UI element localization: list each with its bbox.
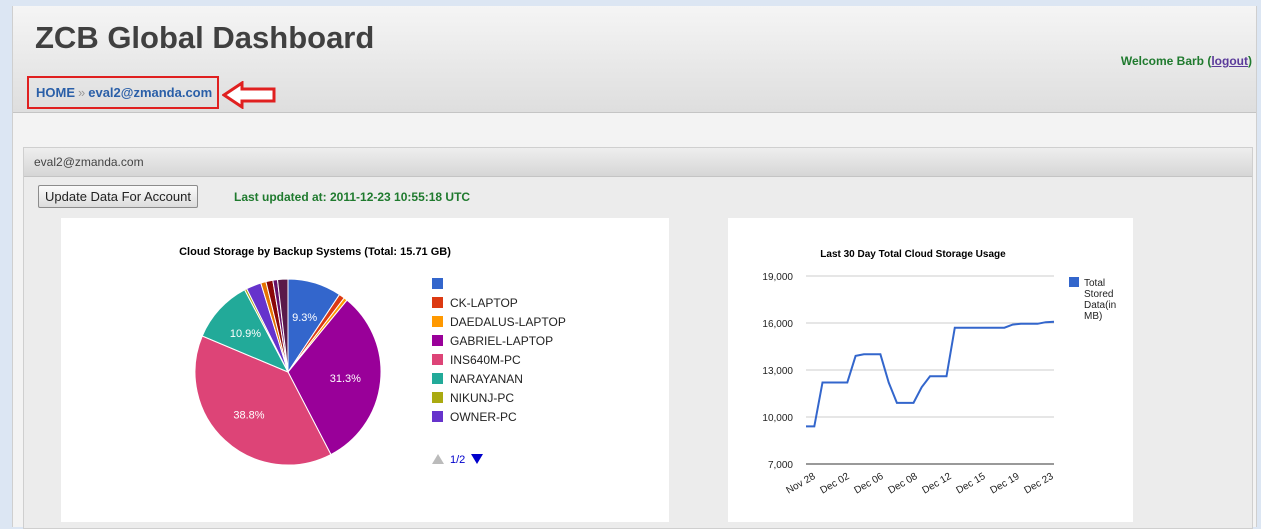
x-tick-label: Nov 28 [785,471,818,497]
y-tick-label: 16,000 [762,319,793,330]
legend-label: DAEDALUS-LAPTOP [450,315,566,329]
x-tick-label: Dec 02 [819,471,852,497]
app-title: ZCB Global Dashboard [35,20,375,55]
x-tick-label: Dec 06 [853,471,886,497]
y-tick-label: 10,000 [762,413,793,424]
header: ZCB Global Dashboard Welcome Barb (logou… [13,6,1256,113]
breadcrumb-separator: » [78,85,86,100]
pie-chart-box: Cloud Storage by Backup Systems (Total: … [61,218,669,522]
left-arrow-icon [222,81,276,109]
y-tick-label: 19,000 [762,272,793,283]
welcome-close: ) [1248,54,1252,68]
legend-swatch [432,297,443,308]
update-data-button[interactable]: Update Data For Account [38,185,198,208]
pie-data-label: 38.8% [233,409,264,421]
y-tick-label: 7,000 [768,460,793,471]
pie-data-label: 9.3% [292,312,317,324]
legend-label: INS640M-PC [450,353,521,367]
account-panel: eval2@zmanda.com Update Data For Account… [23,147,1253,529]
legend-label: GABRIEL-LAPTOP [450,334,553,348]
legend-label: OWNER-PC [450,410,517,424]
last-updated-status: Last updated at: 2011-12-23 10:55:18 UTC [234,190,471,204]
pie-data-label: 31.3% [330,373,361,385]
panel-title: eval2@zmanda.com [24,148,1252,177]
legend-swatch [1069,277,1079,287]
welcome-text: Welcome Barb ( [1120,54,1212,68]
x-tick-label: Dec 08 [887,471,920,497]
pager-down-arrow-icon[interactable] [471,454,483,464]
legend-pager-label: 1/2 [450,454,465,466]
page: ZCB Global Dashboard Welcome Barb (logou… [12,6,1257,529]
legend-label: CK-LAPTOP [450,296,518,310]
breadcrumb-home-link[interactable]: HOME [36,85,75,100]
line-chart: Last 30 Day Total Cloud Storage Usage 19… [762,249,1116,497]
breadcrumb-current-link[interactable]: eval2@zmanda.com [88,85,212,100]
pager-up-arrow-icon[interactable] [432,454,444,464]
x-tick-label: Dec 19 [989,471,1022,497]
line-chart-title: Last 30 Day Total Cloud Storage Usage [820,249,1006,260]
legend-swatch [432,335,443,346]
x-tick-label: Dec 12 [921,471,954,497]
legend-label: NIKUNJ-PC [450,391,514,405]
y-tick-label: 13,000 [762,366,793,377]
legend-label: NARAYANAN [450,372,523,386]
welcome-message: Welcome Barb (logout) [1121,54,1252,68]
legend-label: MB) [1084,311,1102,322]
pie-chart-title: Cloud Storage by Backup Systems (Total: … [179,246,451,258]
legend-swatch [432,392,443,403]
legend-label: Data(in [1084,300,1116,311]
legend-swatch [432,373,443,384]
legend-label: Stored [1084,289,1113,300]
legend-swatch [432,354,443,365]
legend-swatch [432,411,443,422]
legend-label: Total [1084,278,1105,289]
legend-swatch [432,278,443,289]
series-line[interactable] [806,320,1055,428]
pie-chart: Cloud Storage by Backup Systems (Total: … [179,246,566,466]
pie-data-label: 10.9% [230,328,261,340]
x-tick-label: Dec 23 [1023,471,1056,497]
line-chart-box: Last 30 Day Total Cloud Storage Usage 19… [728,218,1133,522]
breadcrumb: HOME» eval2@zmanda.com [27,76,219,109]
legend-pager: 1/2 [432,454,483,466]
x-tick-label: Dec 15 [955,471,988,497]
logout-link[interactable]: logout [1211,54,1248,68]
legend-swatch [432,316,443,327]
